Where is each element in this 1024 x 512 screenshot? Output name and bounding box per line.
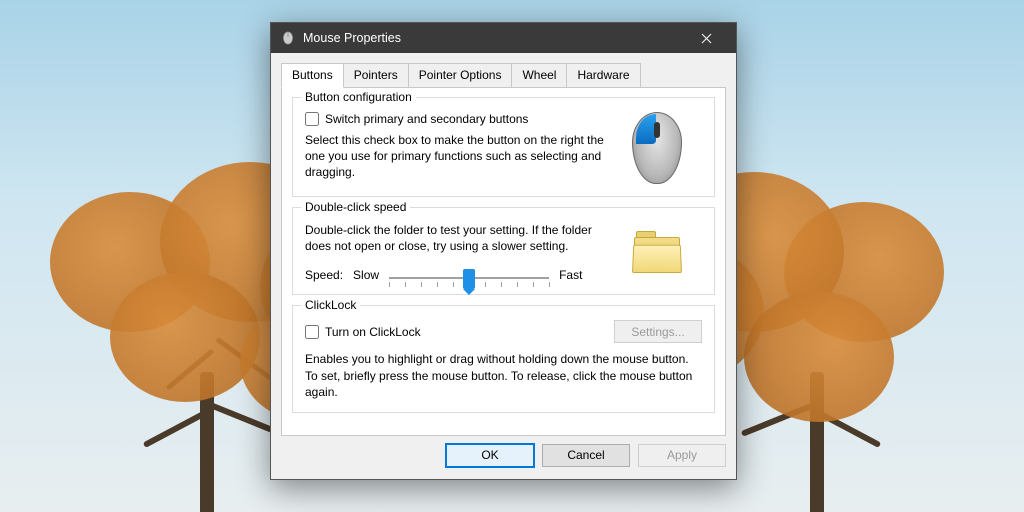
group-title-button-config: Button configuration	[301, 90, 416, 104]
speed-label: Speed:	[305, 268, 343, 282]
switch-buttons-label[interactable]: Switch primary and secondary buttons	[305, 112, 612, 126]
ok-button[interactable]: OK	[446, 444, 534, 467]
switch-buttons-checkbox[interactable]	[305, 112, 319, 126]
group-double-click-speed: Double-click speed Double-click the fold…	[292, 207, 715, 295]
close-icon	[701, 33, 712, 44]
mouse-properties-dialog: Mouse Properties Buttons Pointers Pointe…	[270, 22, 737, 480]
clicklock-text: Turn on ClickLock	[325, 325, 421, 339]
desktop-wallpaper: Mouse Properties Buttons Pointers Pointe…	[0, 0, 1024, 512]
tab-wheel[interactable]: Wheel	[511, 63, 567, 87]
group-title-double-click: Double-click speed	[301, 200, 410, 214]
button-config-description: Select this check box to make the button…	[305, 132, 605, 181]
clicklock-checkbox[interactable]	[305, 325, 319, 339]
fast-label: Fast	[559, 268, 582, 282]
double-click-description: Double-click the folder to test your set…	[305, 222, 612, 254]
double-click-test-folder[interactable]	[632, 231, 682, 273]
slider-thumb[interactable]	[463, 269, 475, 289]
tab-hardware[interactable]: Hardware	[566, 63, 640, 87]
group-button-configuration: Button configuration Switch primary and …	[292, 97, 715, 197]
tab-buttons[interactable]: Buttons	[281, 63, 344, 88]
mouse-illustration	[632, 112, 682, 184]
tab-page-buttons: Button configuration Switch primary and …	[281, 87, 726, 436]
titlebar[interactable]: Mouse Properties	[271, 23, 736, 53]
group-clicklock: ClickLock Turn on ClickLock Settings... …	[292, 305, 715, 413]
window-title: Mouse Properties	[303, 31, 690, 45]
clicklock-label[interactable]: Turn on ClickLock	[305, 325, 421, 339]
cancel-button[interactable]: Cancel	[542, 444, 630, 467]
clicklock-description: Enables you to highlight or drag without…	[305, 351, 702, 400]
tab-strip: Buttons Pointers Pointer Options Wheel H…	[281, 62, 726, 88]
apply-button: Apply	[638, 444, 726, 467]
slow-label: Slow	[353, 268, 379, 282]
mouse-icon	[281, 31, 295, 45]
tab-pointer-options[interactable]: Pointer Options	[408, 63, 513, 87]
dialog-button-row: OK Cancel Apply	[281, 436, 726, 469]
close-button[interactable]	[690, 23, 730, 53]
switch-buttons-text: Switch primary and secondary buttons	[325, 112, 528, 126]
clicklock-settings-button: Settings...	[614, 320, 702, 343]
group-title-clicklock: ClickLock	[301, 298, 360, 312]
double-click-speed-slider[interactable]	[389, 271, 549, 279]
tab-pointers[interactable]: Pointers	[343, 63, 409, 87]
